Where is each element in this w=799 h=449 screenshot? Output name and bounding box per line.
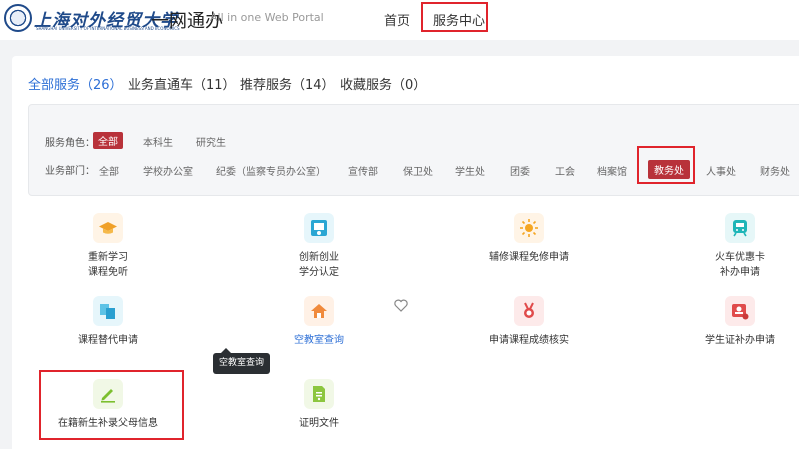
heart-icon[interactable] <box>394 299 408 312</box>
train-icon[interactable] <box>725 213 755 243</box>
portal-subtitle: All in one Web Portal <box>210 11 324 24</box>
service-minor-course-exemption[interactable]: 辅修课程免修申请 <box>478 250 580 265</box>
service-certificate-documents[interactable]: 证明文件 <box>289 416 349 431</box>
dept-option-hr[interactable]: 人事处 <box>706 163 736 178</box>
highlight-box-service-center <box>421 2 488 32</box>
dept-option-publicity[interactable]: 宣传部 <box>348 163 378 178</box>
top-header: 上海对外经贸大学 SHANGHAI UNIVERSITY OF INTERNAT… <box>0 0 799 40</box>
certificate-icon[interactable] <box>304 213 334 243</box>
graduation-cap-icon[interactable] <box>93 213 123 243</box>
highlight-box-freshman-parent-info <box>39 370 184 440</box>
service-course-substitution[interactable]: 课程替代申请 <box>73 333 143 348</box>
service-empty-classroom-query[interactable]: 空教室查询 <box>284 333 354 348</box>
service-relearn-course-exemption[interactable]: 重新学习 课程免听 <box>83 250 133 280</box>
tab-favorites[interactable]: 收藏服务（0） <box>340 74 426 93</box>
dept-filter-label: 业务部门： <box>45 166 95 177</box>
dept-option-youth-league[interactable]: 团委 <box>510 163 530 178</box>
role-filter-label: 服务角色： <box>45 138 95 149</box>
service-train-card-reissue[interactable]: 火车优惠卡 补办申请 <box>710 250 770 280</box>
dept-option-union[interactable]: 工会 <box>555 163 575 178</box>
document-icon[interactable] <box>304 379 334 409</box>
role-option-all[interactable]: 全部 <box>93 132 123 149</box>
house-icon[interactable] <box>304 296 334 326</box>
documents-icon[interactable] <box>93 296 123 326</box>
tab-all-services[interactable]: 全部服务（26） <box>28 74 123 93</box>
dept-option-security[interactable]: 保卫处 <box>403 163 433 178</box>
dept-option-archives[interactable]: 档案馆 <box>597 163 627 178</box>
role-option-graduate[interactable]: 研究生 <box>196 134 226 149</box>
highlight-box-academic-affairs <box>637 146 695 184</box>
role-option-undergraduate[interactable]: 本科生 <box>143 134 173 149</box>
nav-home[interactable]: 首页 <box>384 10 410 29</box>
medal-icon[interactable] <box>514 296 544 326</box>
service-innovation-credit[interactable]: 创新创业 学分认定 <box>294 250 344 280</box>
university-logo <box>4 4 32 32</box>
dept-option-student-affairs[interactable]: 学生处 <box>455 163 485 178</box>
dept-option-finance[interactable]: 财务处 <box>760 163 790 178</box>
sun-icon[interactable] <box>514 213 544 243</box>
student-card-icon[interactable] <box>725 296 755 326</box>
dept-option-school-office[interactable]: 学校办公室 <box>143 163 193 178</box>
service-grade-verification[interactable]: 申请课程成绩核实 <box>478 333 580 348</box>
dept-option-discipline[interactable]: 纪委（监察专员办公室） <box>216 163 326 178</box>
tooltip-empty-classroom: 空教室查询 <box>213 348 271 374</box>
tab-business-express[interactable]: 业务直通车（11） <box>128 74 236 93</box>
dept-option-all[interactable]: 全部 <box>99 163 119 178</box>
tab-recommended[interactable]: 推荐服务（14） <box>240 74 335 93</box>
service-student-id-reissue[interactable]: 学生证补办申请 <box>700 333 780 348</box>
